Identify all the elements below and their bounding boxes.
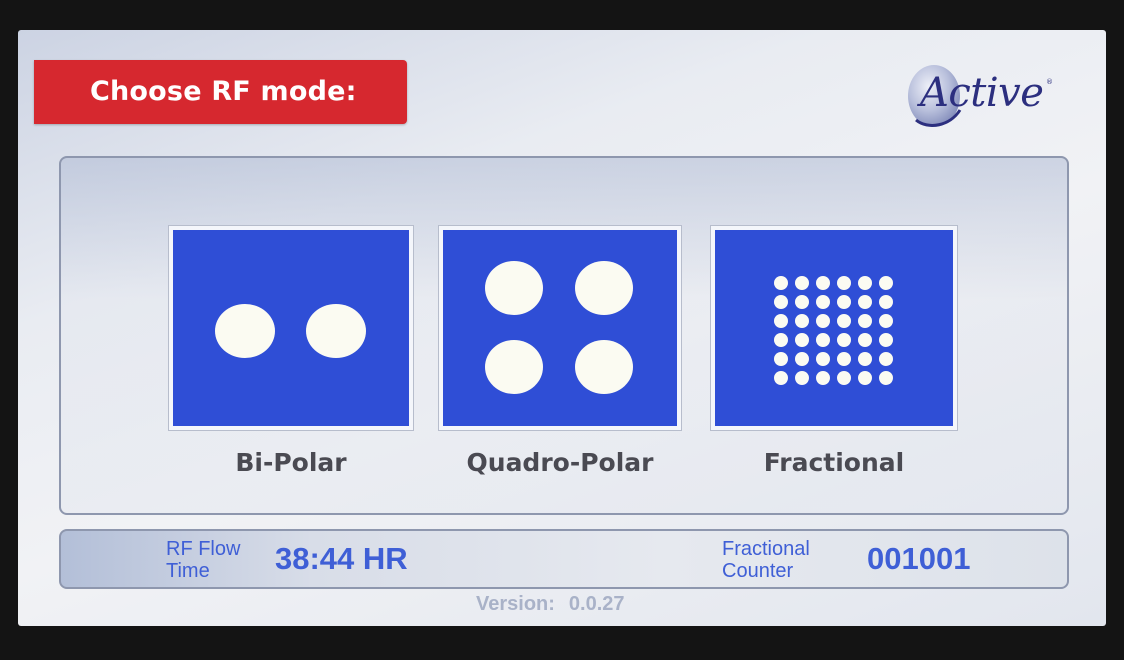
matrix-dot (795, 295, 809, 309)
fractional-tile[interactable] (711, 226, 957, 430)
matrix-dot (879, 276, 893, 290)
matrix-dot (795, 333, 809, 347)
matrix-dot (858, 371, 872, 385)
version-label: Version: (476, 593, 555, 615)
matrix-dot (837, 352, 851, 366)
quadropolar-label: Quadro-Polar (466, 448, 654, 477)
matrix-dot (858, 333, 872, 347)
matrix-dot (774, 371, 788, 385)
fractional-counter-label-line2: Counter (722, 560, 794, 582)
matrix-dot (816, 276, 830, 290)
matrix-dot (795, 352, 809, 366)
matrix-dot (816, 352, 830, 366)
active-logo: Active ® (906, 60, 1066, 134)
matrix-dot (816, 314, 830, 328)
electrode-dot (575, 261, 633, 315)
quadropolar-tile[interactable] (439, 226, 681, 430)
fractional-counter-label-line1: Fractional (722, 538, 810, 560)
rf-flow-label-line2: Time (166, 560, 210, 582)
matrix-dot (858, 314, 872, 328)
matrix-dot (837, 333, 851, 347)
matrix-dot (816, 295, 830, 309)
fractional-label: Fractional (763, 448, 905, 477)
matrix-dot (816, 371, 830, 385)
matrix-dot (837, 371, 851, 385)
status-bar: RF Flow Time 38:44 HR Fractional Counter… (59, 529, 1069, 589)
matrix-dot (837, 295, 851, 309)
title-banner: Choose RF mode: (34, 60, 407, 124)
rf-flow-label-line1: RF Flow (166, 538, 241, 560)
matrix-dot (774, 276, 788, 290)
electrode-dot (306, 304, 366, 358)
bipolar-label: Bi-Polar (235, 448, 347, 477)
matrix-dot (858, 352, 872, 366)
matrix-dot (795, 314, 809, 328)
logo-text: Active (920, 70, 1044, 116)
registered-mark: ® (1046, 78, 1053, 86)
version-value: 0.0.27 (568, 593, 625, 615)
matrix-dot (774, 295, 788, 309)
matrix-dot (795, 371, 809, 385)
mode-selection-panel: Bi-Polar Quadro-Polar Fractional (59, 156, 1069, 515)
matrix-dot (879, 352, 893, 366)
matrix-dot (837, 276, 851, 290)
matrix-dot (795, 276, 809, 290)
device-screen: Choose RF mode: Active ® Bi-Polar Quadro… (18, 30, 1106, 626)
matrix-dot (774, 333, 788, 347)
page-title: Choose RF mode: (90, 76, 357, 107)
matrix-dot (879, 314, 893, 328)
electrode-dot (575, 340, 633, 394)
matrix-dot (774, 314, 788, 328)
matrix-dot (816, 333, 830, 347)
dot-matrix-icon (774, 276, 894, 385)
electrode-dot (485, 261, 543, 315)
matrix-dot (879, 333, 893, 347)
electrode-dot (215, 304, 275, 358)
matrix-dot (837, 314, 851, 328)
rf-flow-time-value: 38:44 HR (275, 541, 408, 576)
matrix-dot (774, 352, 788, 366)
matrix-dot (879, 371, 893, 385)
version-info: Version: 0.0.27 (476, 593, 639, 616)
matrix-dot (858, 295, 872, 309)
bipolar-tile[interactable] (169, 226, 413, 430)
matrix-dot (879, 295, 893, 309)
fractional-counter-value: 001001 (867, 541, 971, 576)
electrode-dot (485, 340, 543, 394)
matrix-dot (858, 276, 872, 290)
